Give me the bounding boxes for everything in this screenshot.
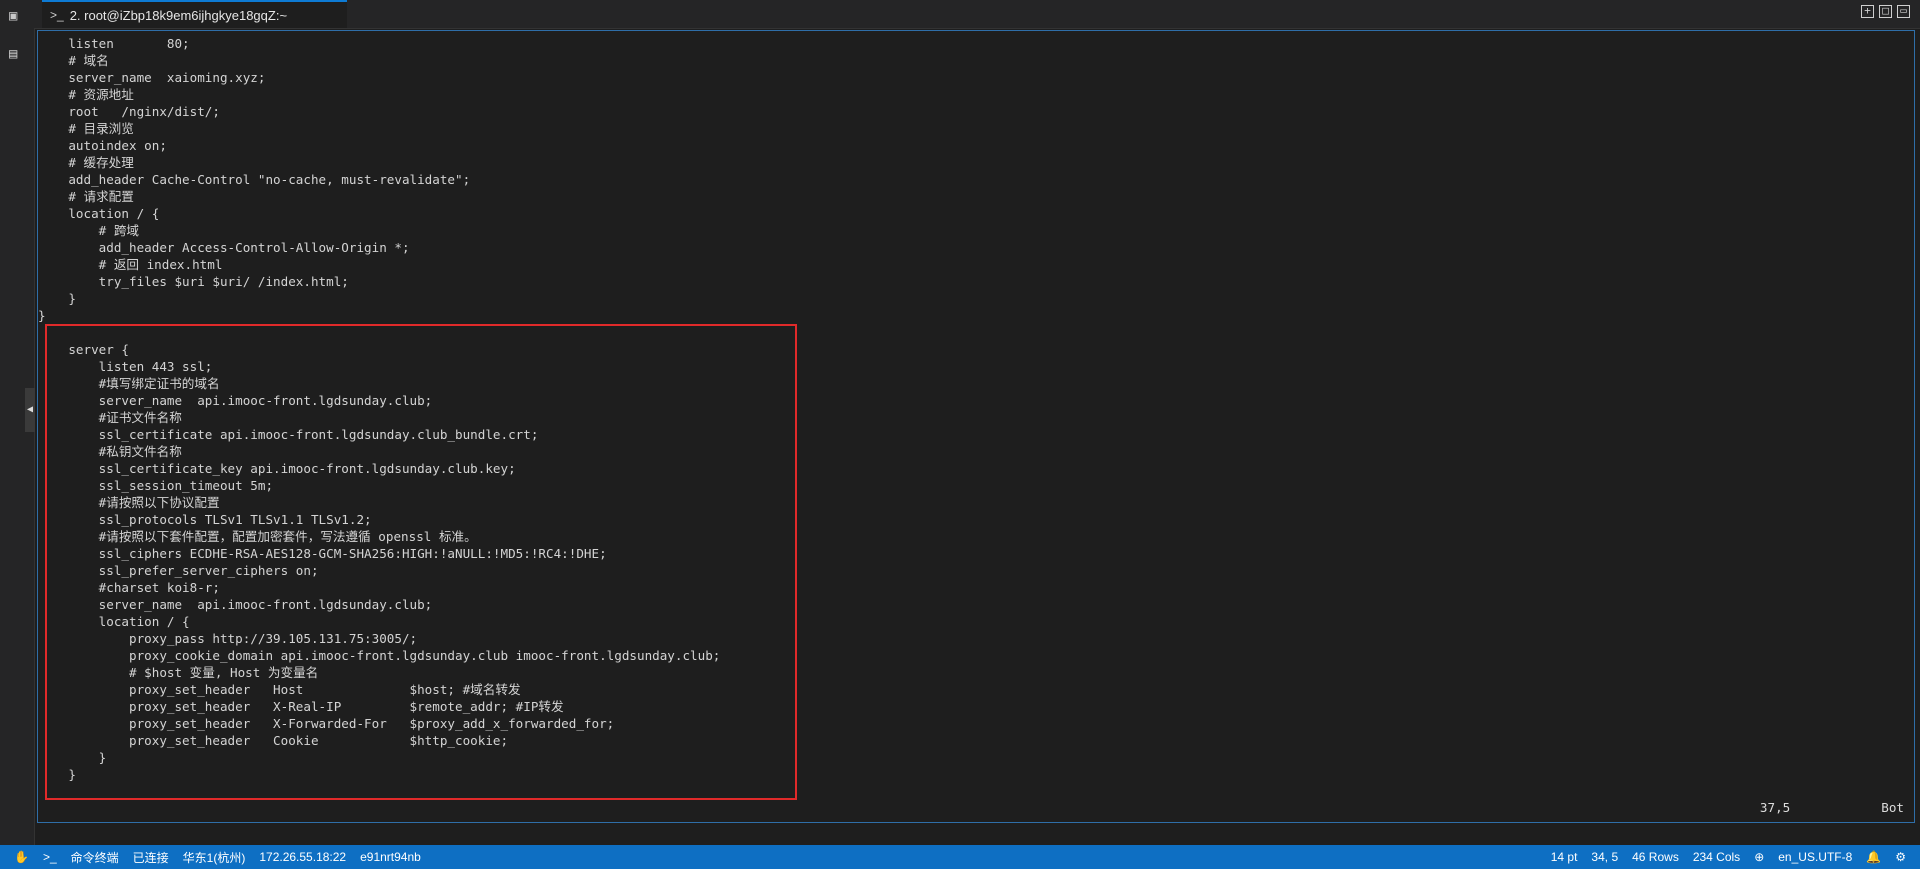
terminal-output: listen 80; # 域名 server_name xaioming.xyz… [38,35,720,783]
terminal-line: ssl_certificate api.imooc-front.lgdsunda… [38,427,539,442]
terminal-tab[interactable]: >_ 2. root@iZbp18k9em6ijhgkye18gqZ:~ [42,0,347,28]
terminal-line: ssl_ciphers ECDHE-RSA-AES128-GCM-SHA256:… [38,546,607,561]
terminal-line: # 跨域 [38,223,140,238]
tab-title: 2. root@iZbp18k9em6ijhgkye18gqZ:~ [69,7,288,23]
terminal-line: } [38,291,76,306]
terminal-line: server_name xaioming.xyz; [38,70,266,85]
terminal-line: # 资源地址 [38,87,134,102]
terminal-icon[interactable]: ▣ [9,8,17,24]
terminal-line: server { [38,342,129,357]
globe-icon: ⊕ [1754,850,1765,864]
terminal-line: proxy_set_header X-Real-IP $remote_addr;… [38,699,564,714]
encoding[interactable]: en_US.UTF-8 [1778,850,1852,864]
status-bar: ✋ >_ 命令终端 已连接 华东1(杭州) 172.26.55.18:22 e9… [0,845,1920,869]
window-controls: + □ ▭ [1861,5,1910,18]
terminal-line: ssl_session_timeout 5m; [38,478,274,493]
terminal-line: # $host 变量, Host 为变量名 [38,665,319,680]
terminal-line: listen 80; [38,36,190,51]
terminal-line: proxy_pass http://39.105.131.75:3005/; [38,631,418,646]
instance-id: e91nrt94nb [360,850,421,864]
bell-icon[interactable]: 🔔 [1866,850,1881,864]
terminal-line: # 域名 [38,53,109,68]
collapse-sidebar-icon[interactable]: ◀ [25,388,35,432]
terminal-line: } [38,750,107,765]
hand-icon[interactable]: ✋ [14,850,29,864]
cols-count: 234 Cols [1692,850,1741,864]
terminal-line: #填写绑定证书的域名 [38,376,220,391]
terminal-line: } [38,767,76,782]
terminal-line: ssl_certificate_key api.imooc-front.lgds… [38,461,516,476]
terminal-line: location / { [38,206,160,221]
terminal-line: #charset koi8-r; [38,580,220,595]
terminal-line: add_header Access-Control-Allow-Origin *… [38,240,410,255]
settings-icon[interactable]: ⚙ [1895,850,1906,864]
connection-status: 已连接 [132,850,169,865]
region: 华东1(杭州) [182,850,246,865]
terminal-line: server_name api.imooc-front.lgdsunday.cl… [38,393,433,408]
terminal-label[interactable]: 命令终端 [71,849,119,866]
terminal-line: ssl_prefer_server_ciphers on; [38,563,319,578]
new-tab-icon[interactable]: + [1861,5,1874,18]
terminal-line: #请按照以下套件配置，配置加密套件，写法遵循 openssl 标准。 [38,529,477,544]
terminal-line: ssl_protocols TLSv1 TLSv1.1 TLSv1.2; [38,512,372,527]
terminal-line: proxy_set_header Cookie $http_cookie; [38,733,509,748]
terminal-line: # 缓存处理 [38,155,134,170]
layout-icon[interactable]: ▭ [1897,5,1910,18]
terminal-pane[interactable]: listen 80; # 域名 server_name xaioming.xyz… [37,30,1915,823]
cursor-position: 34, 5 [1591,850,1619,864]
terminal-line: location / { [38,614,190,629]
file-icon[interactable]: ▤ [9,46,17,62]
tab-bar: >_ 2. root@iZbp18k9em6ijhgkye18gqZ:~ + □… [34,0,1920,29]
terminal-line: #私钥文件名称 [38,444,182,459]
prompt-icon: >_ [50,8,64,22]
terminal-line: listen 443 ssl; [38,359,213,374]
terminal-line: proxy_set_header Host $host; #域名转发 [38,682,521,697]
terminal-line: root /nginx/dist/; [38,104,220,119]
terminal-line: } [38,308,46,323]
terminal-line: # 目录浏览 [38,121,134,136]
vim-status: 37,5 Bot [1760,800,1904,815]
vim-cursor-position: 37,5 [1759,800,1791,815]
terminal-line: proxy_set_header X-Forwarded-For $proxy_… [38,716,615,731]
rows-count: 46 Rows [1632,850,1679,864]
terminal-line: try_files $uri $uri/ /index.html; [38,274,349,289]
font-size[interactable]: 14 pt [1551,850,1578,864]
terminal-line: autoindex on; [38,138,167,153]
terminal-line: # 请求配置 [38,189,134,204]
terminal-line: #请按照以下协议配置 [38,495,220,510]
vim-scroll-indicator: Bot [1881,800,1904,815]
terminal-line: add_header Cache-Control "no-cache, must… [38,172,471,187]
terminal-line: #证书文件名称 [38,410,182,425]
split-view-icon[interactable]: □ [1879,5,1892,18]
terminal-line: server_name api.imooc-front.lgdsunday.cl… [38,597,433,612]
host-address: 172.26.55.18:22 [259,850,347,864]
statusbar-terminal-prompt-icon: >_ [42,850,57,864]
terminal-line: proxy_cookie_domain api.imooc-front.lgds… [38,648,721,663]
terminal-line: # 返回 index.html [38,257,223,272]
